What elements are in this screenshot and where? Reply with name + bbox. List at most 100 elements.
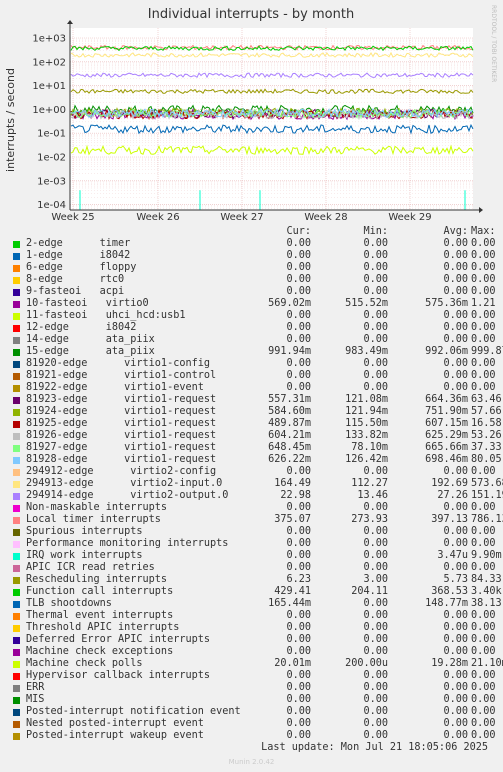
legend-swatch: [13, 565, 20, 572]
legend-swatch: [13, 409, 20, 416]
legend-cur: 0.00: [286, 562, 311, 573]
legend-row: Local timer interrupts 375.07 273.93 397.13…: [13, 514, 503, 526]
legend-swatch: [13, 289, 20, 296]
legend-max: 0.00: [471, 382, 496, 393]
legend-label: Machine check polls: [26, 658, 143, 669]
legend-avg: 5.73: [443, 574, 468, 585]
legend-avg: 0.00: [443, 694, 468, 705]
legend-min: 0.00: [363, 334, 388, 345]
y-tick-label: 1e+00: [32, 105, 66, 116]
legend-max: 84.33: [471, 574, 502, 585]
x-tick-label: Week 28: [304, 212, 347, 220]
legend-row: 294914-edge virtio2-output.0 22.98 13.46 27…: [13, 490, 503, 502]
legend-label: MIS: [26, 694, 45, 705]
legend-label: 294914-edge virtio2-output.0: [26, 490, 229, 501]
last-update: Last update: Mon Jul 21 18:05:06 2025: [261, 742, 488, 753]
legend-max: 16.58: [471, 418, 502, 429]
legend-cur: 0.00: [286, 310, 311, 321]
legend-swatch: [13, 253, 20, 260]
legend-cur: 20.01m: [274, 658, 311, 669]
y-axis-arrow: [67, 20, 73, 24]
legend-cur: 0.00: [286, 286, 311, 297]
legend-row: 81925-edge virtio1-request 489.87m 115.50m…: [13, 418, 502, 430]
legend-max: 37.33: [471, 442, 502, 453]
legend-min: 0.00: [363, 622, 388, 633]
legend-label: 10-fasteoi virtio0: [26, 298, 149, 309]
legend-swatch: [13, 361, 20, 368]
legend-row: APIC ICR read retries 0.00 0.00 0.00 0.00: [13, 562, 496, 574]
legend-min: 0.00: [363, 502, 388, 513]
legend-label: Machine check exceptions: [26, 646, 174, 657]
legend-label: Local timer interrupts: [26, 514, 161, 525]
legend-row: 11-fasteoi uhci_hcd:usb1 0.00 0.00 0.00 0.00: [13, 310, 496, 322]
x-tick-label: Week 29: [388, 212, 431, 220]
legend-min: 13.46: [357, 490, 388, 501]
legend-cur: 604.21m: [268, 430, 311, 441]
legend-min: 126.42m: [345, 454, 388, 465]
legend: Cur: Min: Avg: Max: 2-edge timer 0.00 0.00…: [13, 226, 503, 742]
legend-max: 0.00: [471, 538, 496, 549]
legend-min: 0.00: [363, 598, 388, 609]
legend-max: 0.00: [471, 358, 496, 369]
legend-row: TLB shootdowns 165.44m 0.00 148.77m 38.13: [13, 598, 502, 610]
legend-row: 81924-edge virtio1-request 584.60m 121.94m…: [13, 406, 502, 418]
legend-cur: 0.00: [286, 322, 311, 333]
legend-min: 0.00: [363, 274, 388, 285]
legend-min: 0.00: [363, 718, 388, 729]
legend-row: 8-edge rtc0 0.00 0.00 0.00 0.00: [13, 274, 496, 286]
side-text: RRDTOOL / TOBI OETIKER: [490, 5, 497, 82]
legend-label: 12-edge i8042: [26, 322, 137, 333]
legend-label: 294912-edge virtio2-config: [26, 466, 217, 477]
legend-avg: 192.69: [431, 478, 468, 489]
legend-swatch: [13, 445, 20, 452]
legend-cur: 0.00: [286, 706, 311, 717]
legend-min: 0.00: [363, 370, 388, 381]
col-max: Max:: [471, 226, 496, 237]
legend-label: Posted-interrupt notification event: [26, 706, 241, 717]
legend-swatch: [13, 673, 20, 680]
legend-row: Spurious interrupts 0.00 0.00 0.00 0.00: [13, 526, 496, 538]
legend-max: 3.40k: [471, 586, 502, 597]
y-tick-label: 1e-03: [37, 176, 66, 187]
legend-cur: 6.23: [286, 574, 311, 585]
legend-avg: 0.00: [443, 706, 468, 717]
legend-max: 0.00: [471, 262, 496, 273]
legend-label: 1-edge i8042: [26, 250, 131, 261]
legend-label: 81920-edge virtio1-config: [26, 358, 211, 369]
legend-min: 0.00: [363, 610, 388, 621]
legend-avg: 0.00: [443, 526, 468, 537]
legend-cur: 0.00: [286, 634, 311, 645]
legend-cur: 0.00: [286, 274, 311, 285]
legend-label: 81925-edge virtio1-request: [26, 418, 217, 429]
legend-swatch: [13, 325, 20, 332]
legend-cur: 0.00: [286, 610, 311, 621]
legend-cur: 0.00: [286, 694, 311, 705]
legend-row: Machine check polls 20.01m 200.00u 19.28m 21…: [13, 658, 503, 670]
legend-cur: 165.44m: [268, 598, 311, 609]
legend-min: 0.00: [363, 694, 388, 705]
legend-label: Spurious interrupts: [26, 526, 143, 537]
legend-swatch: [13, 241, 20, 248]
legend-label: 81927-edge virtio1-request: [26, 442, 217, 453]
legend-swatch: [13, 517, 20, 524]
legend-label: 81928-edge virtio1-request: [26, 454, 217, 465]
legend-min: 983.49m: [345, 346, 388, 357]
legend-avg: 0.00: [443, 466, 468, 477]
legend-avg: 27.26: [437, 490, 468, 501]
legend-row: 81920-edge virtio1-config 0.00 0.00 0.00 0.0…: [13, 358, 496, 370]
legend-row: MIS 0.00 0.00 0.00 0.00: [13, 694, 496, 706]
legend-min: 204.11: [351, 586, 388, 597]
legend-row: Posted-interrupt notification event 0.00 0…: [13, 706, 496, 718]
legend-min: 0.00: [363, 358, 388, 369]
legend-avg: 0.00: [443, 238, 468, 249]
legend-label: 294913-edge virtio2-input.0: [26, 478, 223, 489]
legend-max: 80.05: [471, 454, 502, 465]
legend-cur: 489.87m: [268, 418, 311, 429]
legend-row: 81921-edge virtio1-control 0.00 0.00 0.00 0.…: [13, 370, 496, 382]
legend-cur: 626.22m: [268, 454, 311, 465]
legend-row: 2-edge timer 0.00 0.00 0.00 0.00: [13, 238, 496, 250]
legend-max: 0.00: [471, 370, 496, 381]
legend-label: Non-maskable interrupts: [26, 502, 168, 513]
legend-label: Deferred Error APIC interrupts: [26, 634, 211, 645]
legend-swatch: [13, 433, 20, 440]
